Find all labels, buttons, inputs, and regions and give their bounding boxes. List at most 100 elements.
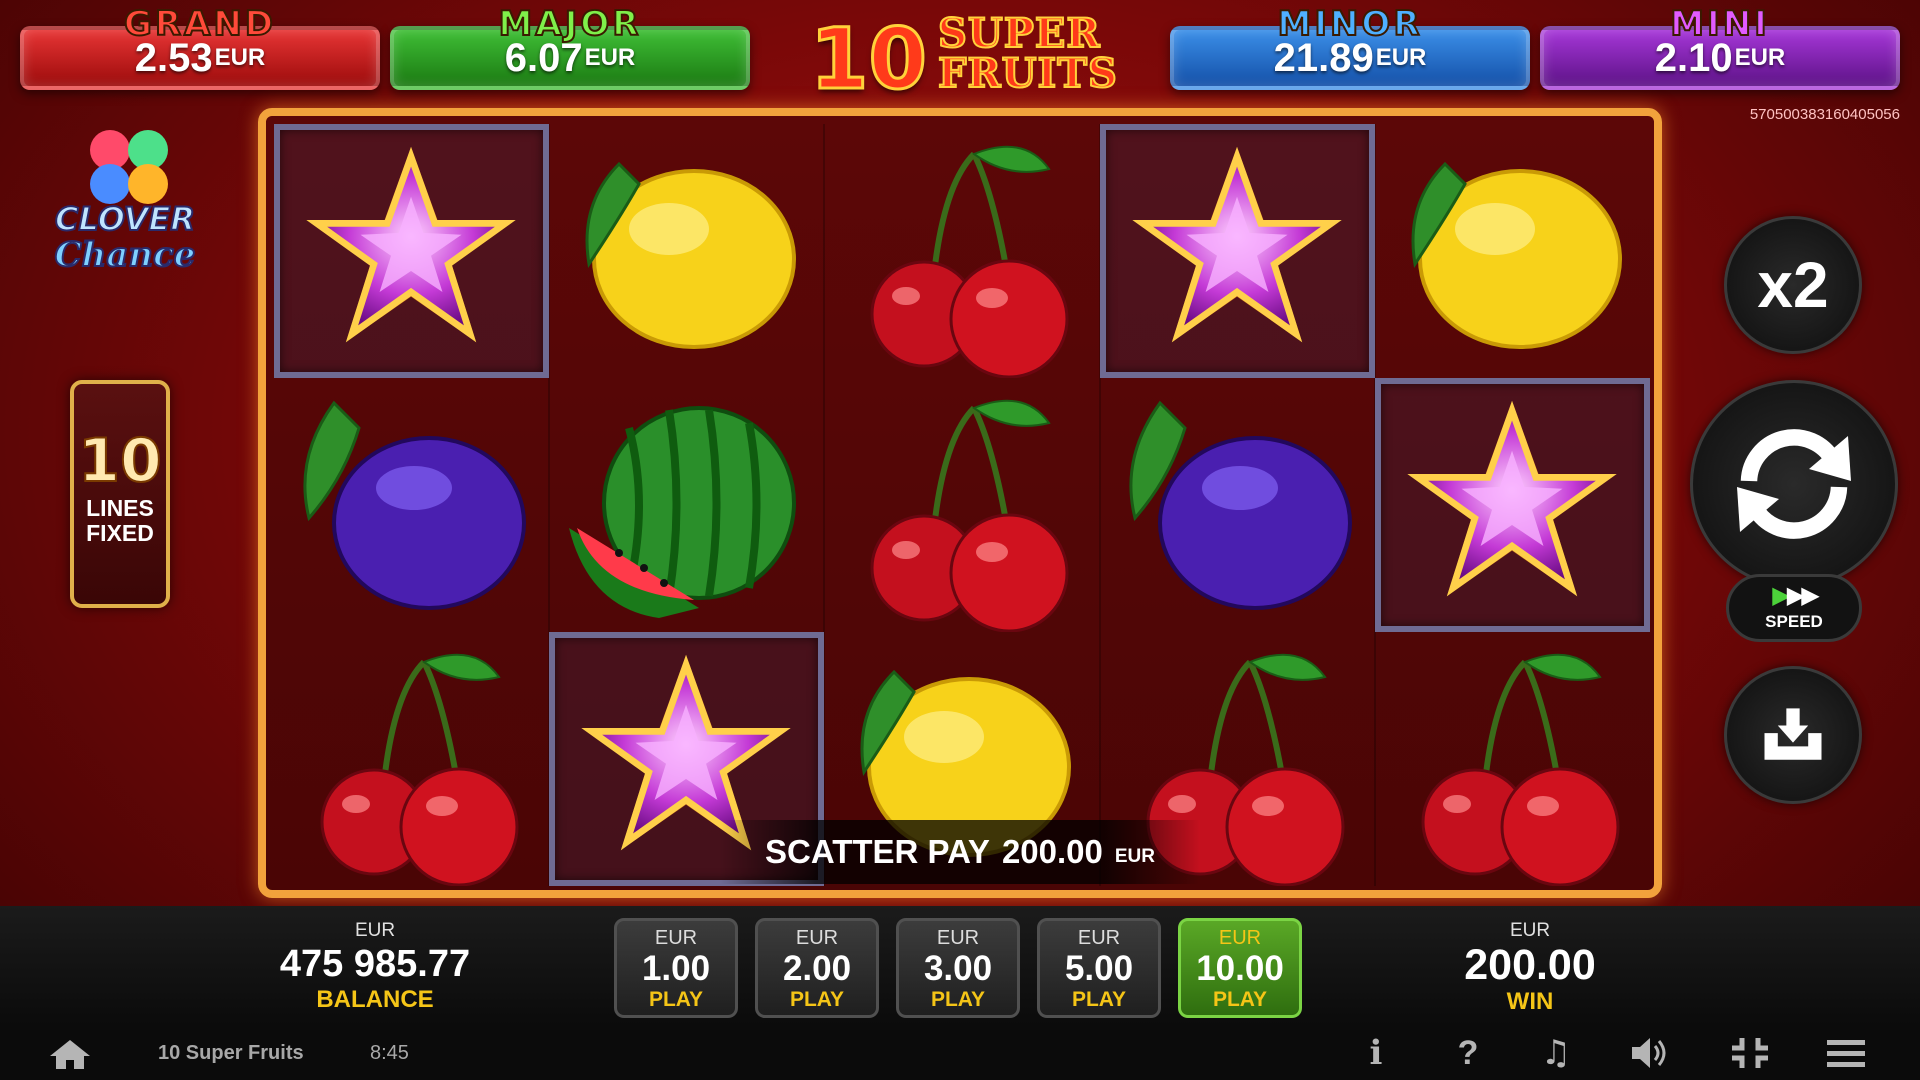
jackpot-major: MAJOR 6.07 EUR (390, 3, 750, 90)
status-bar: 10 Super Fruits 8:45 i ? ♫ (0, 1026, 1920, 1080)
reel-cell-lemon (549, 124, 824, 378)
bet-button-3[interactable]: EUR 3.00 PLAY (896, 918, 1020, 1018)
fullscreen-exit-icon[interactable] (1728, 1034, 1772, 1072)
reel-cell-star (1374, 378, 1650, 632)
bet-button-1[interactable]: EUR 1.00 PLAY (614, 918, 738, 1018)
home-icon[interactable] (48, 1038, 92, 1070)
bet-currency: EUR (654, 927, 698, 949)
plum-icon (303, 400, 526, 610)
bet-currency: EUR (936, 927, 980, 949)
jackpot-mini: MINI 2.10 EUR (1540, 3, 1900, 90)
clover-icon: CLOVER Chance (54, 130, 196, 276)
star-icon (1407, 400, 1617, 597)
speed-button[interactable]: ▶▶▶ SPEED (1726, 574, 1862, 642)
bet-currency: EUR (1218, 927, 1262, 949)
balance-label: BALANCE (316, 986, 434, 1013)
cherry-icon (1421, 653, 1620, 886)
win-value: 200.00 (1464, 941, 1596, 989)
reel-cell-cherry (1375, 632, 1650, 886)
fast-forward-icon: ▶▶▶ (1772, 582, 1819, 609)
scatter-value: 200.00 (1001, 833, 1103, 870)
bet-play-label: PLAY (1071, 988, 1127, 1011)
scatter-currency: EUR (1114, 846, 1155, 867)
jackpot-mini-currency: EUR (1734, 44, 1786, 71)
lines-number: 10 (77, 425, 163, 497)
reel-cell-star (1099, 124, 1375, 378)
jackpot-minor-title: MINOR (1276, 3, 1423, 45)
game-round-id: 570500383160405056 (1749, 106, 1900, 123)
lines-label: LINES (86, 495, 154, 521)
reel-cell-cherry (274, 632, 549, 886)
bet-value: 5.00 (1064, 949, 1134, 988)
jackpot-mini-title: MINI (1669, 3, 1770, 45)
clover-chance-logo: CLOVER Chance (40, 120, 210, 280)
help-icon[interactable]: ? (1446, 1034, 1490, 1072)
scatter-label: SCATTER PAY (765, 833, 990, 870)
watermelon-icon (569, 406, 797, 618)
jackpot-minor: MINOR 21.89 EUR (1170, 3, 1530, 90)
jackpot-minor-currency: EUR (1375, 44, 1427, 71)
lines-panel: 10 LINES FIXED (70, 380, 170, 608)
scatter-pay-banner: SCATTER PAY 200.00 EUR (720, 820, 1200, 884)
logo-number: 10 (809, 9, 929, 110)
speed-label: SPEED (1765, 612, 1823, 631)
game-title: 10 Super Fruits (158, 1042, 304, 1064)
balance-currency: EUR (354, 920, 396, 941)
bet-currency: EUR (795, 927, 839, 949)
menu-icon[interactable] (1824, 1034, 1868, 1072)
bet-button-5[interactable]: EUR 5.00 PLAY (1037, 918, 1161, 1018)
lemon-icon (585, 161, 797, 349)
lines-fixed-label: FIXED (86, 520, 154, 546)
clover-line2: Chance (55, 235, 196, 275)
spin-button[interactable] (1690, 380, 1898, 588)
bet-play-label: PLAY (648, 988, 704, 1011)
bet-play-label: PLAY (930, 988, 986, 1011)
bet-play-label: PLAY (789, 988, 845, 1011)
win-currency: EUR (1509, 920, 1551, 941)
reel-cell-star (274, 124, 549, 378)
jackpot-grand-currency: EUR (214, 44, 266, 71)
autoplay-button[interactable] (1724, 666, 1862, 804)
info-icon[interactable]: i (1354, 1034, 1398, 1072)
reel-frame (258, 108, 1662, 898)
jackpot-major-currency: EUR (584, 44, 636, 71)
star-icon (1131, 146, 1342, 343)
win-label: WIN (1506, 988, 1554, 1015)
music-icon[interactable]: ♫ (1534, 1034, 1578, 1072)
reel-cell-lemon (1375, 124, 1650, 378)
bet-button-10[interactable]: EUR 10.00 PLAY (1178, 918, 1302, 1018)
reel-cell-watermelon (549, 378, 824, 632)
bottom-bar: EUR 475 985.77 BALANCE EUR 1.00 PLAY EUR… (0, 906, 1920, 1026)
cherry-icon (870, 399, 1069, 632)
balance-display: EUR 475 985.77 BALANCE (260, 920, 490, 1014)
reel-cell-cherry (824, 378, 1099, 632)
reel-cell-plum (1100, 378, 1375, 632)
clover-line1: CLOVER (55, 200, 195, 238)
bet-value: 1.00 (641, 949, 711, 988)
jackpot-grand: GRAND 2.53 EUR (20, 3, 380, 90)
bet-value: 2.00 (782, 949, 852, 988)
bet-value: 3.00 (923, 949, 993, 988)
clock: 8:45 (370, 1042, 409, 1064)
bet-button-2[interactable]: EUR 2.00 PLAY (755, 918, 879, 1018)
bet-play-label: PLAY (1212, 988, 1268, 1011)
refresh-icon (1737, 429, 1851, 539)
jackpot-grand-title: GRAND (123, 3, 277, 45)
win-display: EUR 200.00 WIN (1430, 920, 1630, 1016)
game-logo: 10 SUPER FRUITS (809, 9, 1118, 110)
star-icon (306, 146, 516, 343)
download-tray-icon (1764, 708, 1822, 760)
lemon-icon (1411, 161, 1622, 349)
jackpot-major-title: MAJOR (498, 3, 642, 45)
bet-value: 10.00 (1196, 949, 1284, 988)
plum-icon (1129, 400, 1352, 610)
reel-cell-cherry (824, 124, 1099, 378)
cherry-icon (870, 145, 1069, 378)
volume-icon[interactable] (1628, 1034, 1672, 1072)
reel-grid (274, 124, 1650, 886)
logo-text: SUPER FRUITS (937, 10, 1118, 97)
bet-currency: EUR (1077, 927, 1121, 949)
jackpot-bar: GRAND 2.53 EUR MAJOR 6.07 EUR 10 SUPER F… (0, 0, 1920, 110)
multiplier-button[interactable]: x2 (1724, 216, 1862, 354)
balance-value: 475 985.77 (279, 943, 471, 985)
